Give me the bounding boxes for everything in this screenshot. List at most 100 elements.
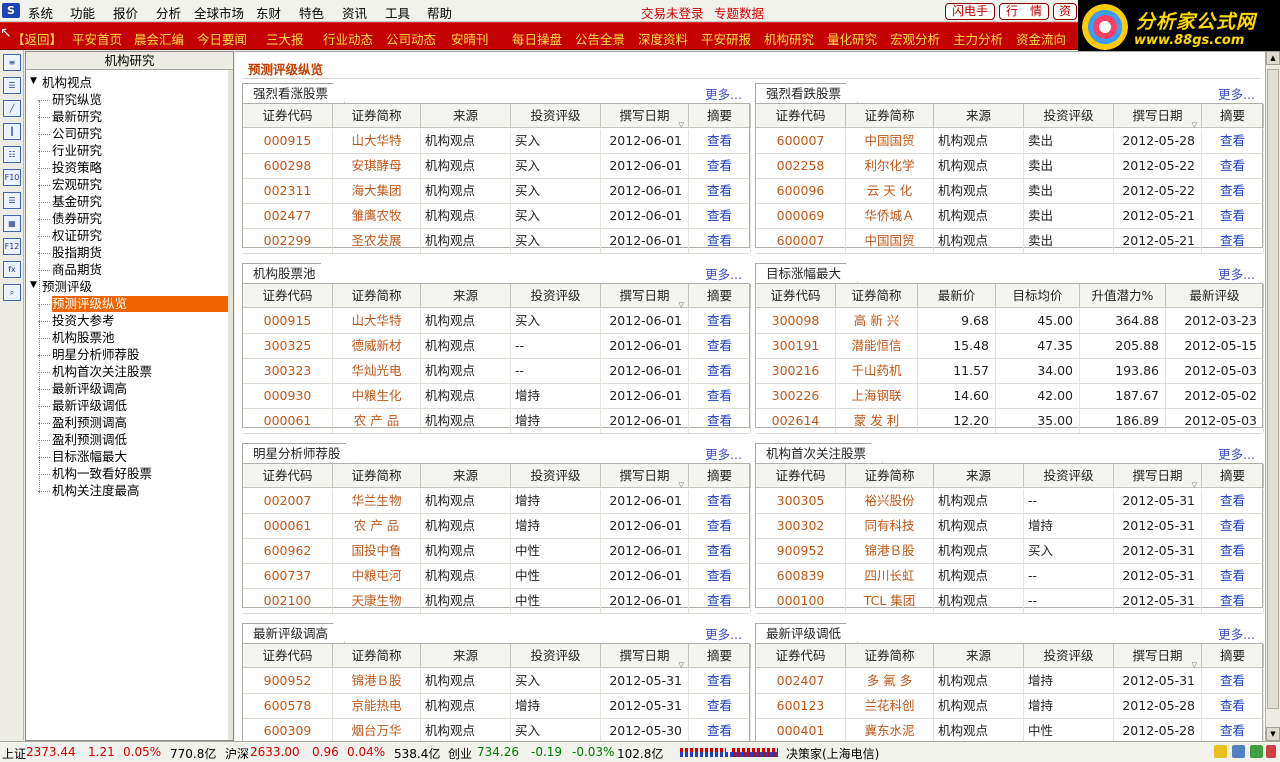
stock-code[interactable]: 002311 [243, 179, 333, 203]
stock-code[interactable]: 600578 [243, 694, 333, 718]
calendar-icon[interactable]: ▦ [3, 215, 21, 232]
menu-global-market[interactable]: 全球市场 [194, 3, 244, 22]
table-row[interactable]: 300216 千山药机 11.57 34.00 193.86 2012-05-03 [756, 359, 1264, 384]
tree-item[interactable]: 明星分析师荐股 [52, 347, 140, 363]
view-summary-link[interactable]: 查看 [1202, 154, 1264, 178]
stock-name[interactable]: 农 产 品 [333, 409, 421, 433]
column-header[interactable]: 摘要 [1202, 464, 1264, 488]
tree-item[interactable]: 研究纵览 [52, 92, 102, 108]
table-row[interactable]: 300305 裕兴股份 机构观点 -- 2012-05-31 查看 [756, 489, 1264, 514]
stock-code[interactable]: 600309 [243, 719, 333, 743]
stock-code[interactable]: 600737 [243, 564, 333, 588]
table-row[interactable]: 600007 中国国贸 机构观点 卖出 2012-05-21 查看 [756, 229, 1264, 254]
column-header[interactable]: 投资评级 [511, 644, 601, 668]
column-header[interactable]: 证券代码 [756, 104, 846, 128]
candlestick-icon[interactable]: ┃ [3, 123, 21, 140]
stock-code[interactable]: 300098 [756, 309, 836, 333]
table-row[interactable]: 002614 蒙 发 利 12.20 35.00 186.89 2012-05-03 [756, 409, 1264, 434]
tree-item[interactable]: 宏观研究 [52, 177, 102, 193]
column-header[interactable]: 来源 [421, 644, 511, 668]
view-summary-link[interactable]: 查看 [1202, 204, 1264, 228]
view-summary-link[interactable]: 查看 [689, 489, 751, 513]
stock-code[interactable]: 000915 [243, 129, 333, 153]
nav-item[interactable]: 量化研究 [827, 29, 877, 48]
quote-button[interactable]: 行 情 [999, 3, 1049, 20]
table-row[interactable]: 000930 中粮生化 机构观点 增持 2012-06-01 查看 [243, 384, 751, 409]
stock-code[interactable]: 002407 [756, 669, 846, 693]
column-header[interactable]: 证券简称 [846, 464, 934, 488]
stock-code[interactable]: 600839 [756, 564, 846, 588]
alert-icon[interactable] [1266, 745, 1276, 758]
stock-name[interactable]: 安琪酵母 [333, 154, 421, 178]
stock-code[interactable]: 900952 [756, 539, 846, 563]
stock-name[interactable]: 华兰生物 [333, 489, 421, 513]
left-panel-scrollbar[interactable] [228, 70, 233, 740]
f10-icon[interactable]: F10 [3, 169, 21, 186]
stock-code[interactable]: 002007 [243, 489, 333, 513]
stock-code[interactable]: 600298 [243, 154, 333, 178]
nav-item[interactable]: 安晴刊 [451, 29, 489, 48]
view-summary-link[interactable]: 查看 [689, 229, 751, 253]
tree-item[interactable]: 机构首次关注股票 [52, 364, 152, 380]
stock-code[interactable]: 000069 [756, 204, 846, 228]
nav-item[interactable]: 每日操盘 [512, 29, 562, 48]
view-summary-link[interactable]: 查看 [689, 154, 751, 178]
nav-item[interactable]: 机构研究 [764, 29, 814, 48]
table-row[interactable]: 002477 雏鹰农牧 机构观点 买入 2012-06-01 查看 [243, 204, 751, 229]
stock-name[interactable]: 同有科技 [846, 514, 934, 538]
nav-item[interactable]: 晨会汇编 [134, 29, 184, 48]
stock-code[interactable]: 000930 [243, 384, 333, 408]
line-chart-icon[interactable]: ╱ [3, 100, 21, 117]
table-row[interactable]: 000915 山大华特 机构观点 买入 2012-06-01 查看 [243, 129, 751, 154]
stock-code[interactable]: 002100 [243, 589, 333, 613]
stock-code[interactable]: 600123 [756, 694, 846, 718]
tree-item[interactable]: 预测评级纵览 [52, 296, 230, 312]
stock-name[interactable]: 天康生物 [333, 589, 421, 613]
view-summary-link[interactable]: 查看 [689, 589, 751, 613]
more-link[interactable]: 更多... [705, 624, 742, 643]
stock-name[interactable]: 多 氟 多 [846, 669, 934, 693]
news-icon[interactable]: ≡ [3, 54, 21, 71]
column-header[interactable]: 升值潜力% [1080, 284, 1166, 308]
column-header[interactable]: 来源 [421, 104, 511, 128]
table-row[interactable]: 600578 京能热电 机构观点 增持 2012-05-31 查看 [243, 694, 751, 719]
column-header[interactable]: 证券代码 [243, 644, 333, 668]
column-header[interactable]: 来源 [934, 464, 1024, 488]
view-summary-link[interactable]: 查看 [689, 204, 751, 228]
column-header[interactable]: 撰写日期 ▽ [601, 464, 689, 489]
stock-name[interactable]: 中国国贸 [846, 229, 934, 253]
stock-name[interactable]: 海大集团 [333, 179, 421, 203]
stock-name[interactable]: 千山药机 [836, 359, 918, 383]
tree-item[interactable]: 最新评级调高 [52, 381, 127, 397]
more-link[interactable]: 更多... [1218, 624, 1255, 643]
table-row[interactable]: 000069 华侨城Ａ 机构观点 卖出 2012-05-21 查看 [756, 204, 1264, 229]
column-header[interactable]: 证券简称 [333, 104, 421, 128]
more-link[interactable]: 更多... [705, 444, 742, 463]
nav-item[interactable]: 平安研报 [701, 29, 751, 48]
column-header[interactable]: 证券代码 [756, 284, 836, 308]
view-summary-link[interactable]: 查看 [689, 179, 751, 203]
view-summary-link[interactable]: 查看 [1202, 129, 1264, 153]
column-header[interactable]: 摘要 [1202, 104, 1264, 128]
table-row[interactable]: 000061 农 产 品机构观点 增持 2012-06-01 查看 [243, 514, 751, 539]
stock-code[interactable]: 600007 [756, 229, 846, 253]
view-summary-link[interactable]: 查看 [689, 309, 751, 333]
stock-name[interactable]: 华侨城Ａ [846, 204, 934, 228]
stock-name[interactable]: 利尔化学 [846, 154, 934, 178]
stock-code[interactable]: 300216 [756, 359, 836, 383]
stock-name[interactable]: 雏鹰农牧 [333, 204, 421, 228]
nav-item[interactable]: 三大报 [266, 29, 304, 48]
stock-code[interactable]: 002614 [756, 409, 836, 433]
more-link[interactable]: 更多... [1218, 444, 1255, 463]
tree-item[interactable]: 基金研究 [52, 194, 102, 210]
column-header[interactable]: 摘要 [689, 104, 751, 128]
column-header[interactable]: 证券简称 [846, 644, 934, 668]
stock-code[interactable]: 300323 [243, 359, 333, 383]
stock-code[interactable]: 000915 [243, 309, 333, 333]
stock-code[interactable]: 002477 [243, 204, 333, 228]
table-row[interactable]: 300226 上海钢联 14.60 42.00 187.67 2012-05-02 [756, 384, 1264, 409]
stock-name[interactable]: 烟台万华 [333, 719, 421, 743]
stock-code[interactable]: 000061 [243, 514, 333, 538]
table-row[interactable]: 600962 国投中鲁 机构观点 中性 2012-06-01 查看 [243, 539, 751, 564]
stock-name[interactable]: 锦港Ｂ股 [333, 669, 421, 693]
